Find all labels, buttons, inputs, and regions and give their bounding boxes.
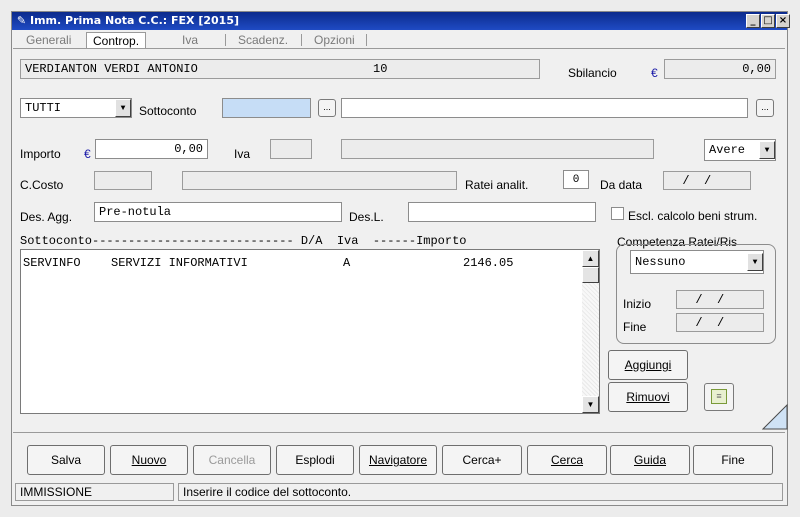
desl-label: Des.L.	[349, 210, 384, 224]
importo-label: Importo	[20, 147, 61, 161]
tab-opzioni[interactable]: Opzioni	[308, 32, 361, 48]
iva-desc-field	[341, 139, 654, 159]
ccosto-code-field	[94, 171, 152, 190]
fine-button[interactable]: Fine	[693, 445, 773, 475]
desagg-label: Des. Agg.	[20, 210, 73, 224]
status-mode: IMMISSIONE	[15, 483, 174, 501]
list-item[interactable]: SERVINFO SERVIZI INFORMATIVI A 2146.05	[23, 256, 593, 272]
guida-button[interactable]: Guida	[610, 445, 690, 475]
app-icon: ✎	[16, 14, 27, 27]
tab-iva[interactable]: Iva	[176, 32, 204, 48]
notes-button[interactable]: ≡	[704, 383, 734, 411]
type-select[interactable]: TUTTI ▼	[20, 98, 132, 118]
type-select-value: TUTTI	[25, 101, 62, 115]
chevron-down-icon[interactable]: ▼	[759, 141, 775, 159]
minimize-button[interactable]: _	[746, 14, 760, 28]
iva-code-field	[270, 139, 312, 159]
escl-checkbox[interactable]	[611, 207, 624, 220]
ratei-value[interactable]: 0	[563, 170, 589, 189]
salva-button[interactable]: Salva	[27, 445, 105, 475]
dare-avere-value: Avere	[709, 143, 746, 157]
scroll-down-icon[interactable]: ▼	[582, 396, 599, 413]
account-name: VERDIANTON VERDI ANTONIO	[25, 62, 198, 76]
tab-separator	[301, 34, 302, 46]
tab-separator	[366, 34, 367, 46]
desl-input[interactable]	[408, 202, 596, 222]
chevron-down-icon[interactable]: ▼	[747, 253, 763, 271]
esplodi-button[interactable]: Esplodi	[276, 445, 354, 475]
row-code: SERVINFO	[23, 256, 81, 270]
entries-list[interactable]: SERVINFO SERVIZI INFORMATIVI A 2146.05	[20, 249, 600, 414]
euro-symbol: €	[84, 147, 91, 161]
tab-scadenz[interactable]: Scadenz.	[232, 32, 294, 48]
list-scrollbar[interactable]: ▲ ▼	[582, 250, 599, 413]
iva-label: Iva	[234, 147, 251, 161]
cerca-plus-button[interactable]: Cerca+	[442, 445, 522, 475]
desagg-input[interactable]: Pre-notula	[94, 202, 342, 222]
fine-field: / /	[676, 313, 764, 332]
euro-symbol: €	[651, 66, 658, 80]
window-title: Imm. Prima Nota C.C.: FEX [2015]	[30, 14, 240, 27]
cerca-button[interactable]: Cerca	[527, 445, 607, 475]
ccosto-desc-field	[182, 171, 457, 190]
sottoconto-desc-input[interactable]	[341, 98, 748, 118]
row-da: A	[343, 256, 351, 270]
dadata-label: Da data	[600, 178, 643, 192]
row-desc: SERVIZI INFORMATIVI	[111, 256, 248, 270]
sbilancio-value: 0,00	[664, 59, 776, 79]
maximize-button[interactable]: □	[761, 14, 775, 28]
account-number: 10	[373, 62, 388, 76]
dadata-field: / /	[663, 171, 751, 190]
list-header: Sottoconto---------------------------- D…	[20, 234, 467, 248]
scroll-up-icon[interactable]: ▲	[582, 250, 599, 267]
tab-controp[interactable]: Controp.	[86, 32, 147, 48]
importo-input[interactable]: 0,00	[95, 139, 208, 159]
sottoconto-code-input[interactable]	[222, 98, 311, 118]
inizio-field: / /	[676, 290, 764, 309]
ccosto-label: C.Costo	[20, 178, 64, 192]
document-icon: ≡	[711, 389, 727, 404]
sottoconto-label: Sottoconto	[139, 104, 197, 118]
chevron-down-icon[interactable]: ▼	[115, 99, 131, 117]
navigatore-button[interactable]: Navigatore	[359, 445, 437, 475]
ratei-label: Ratei analit.	[465, 178, 529, 192]
nuovo-button[interactable]: Nuovo	[110, 445, 188, 475]
scroll-thumb[interactable]	[582, 267, 599, 283]
status-message: Inserire il codice del sottoconto.	[178, 483, 783, 501]
close-button[interactable]: ×	[776, 14, 790, 28]
rimuovi-button[interactable]: Rimuovi	[608, 382, 688, 412]
sbilancio-label: Sbilancio	[568, 66, 617, 80]
competenza-select-value: Nessuno	[635, 255, 686, 269]
title-bar: ✎ Imm. Prima Nota C.C.: FEX [2015] _ □ ×	[12, 12, 790, 30]
aggiungi-button[interactable]: Aggiungi	[608, 350, 688, 380]
tab-generali[interactable]: Generali	[20, 32, 77, 48]
resize-grip-icon[interactable]	[762, 404, 788, 430]
escl-label: Escl. calcolo beni strum.	[628, 209, 758, 223]
fine-label: Fine	[623, 320, 647, 334]
tab-separator	[225, 34, 226, 46]
sottoconto-lookup-button[interactable]: ...	[318, 99, 336, 117]
cancella-button[interactable]: Cancella	[193, 445, 271, 475]
desc-lookup-button[interactable]: ...	[756, 99, 774, 117]
inizio-label: Inizio	[623, 297, 652, 311]
competenza-select[interactable]: Nessuno ▼	[630, 250, 764, 274]
dare-avere-select[interactable]: Avere ▼	[704, 139, 776, 161]
account-field: VERDIANTON VERDI ANTONIO 10	[20, 59, 540, 79]
row-importo: 2146.05	[463, 256, 514, 270]
divider	[13, 432, 785, 433]
